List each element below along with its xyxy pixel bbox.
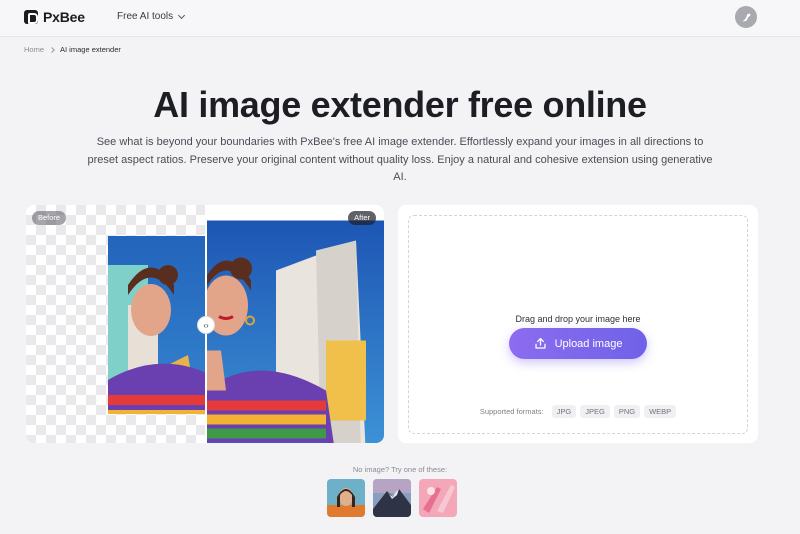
breadcrumb: Home AI image extender	[24, 45, 121, 54]
format-badge-webp: WEBP	[644, 405, 677, 418]
page-title: AI image extender free online	[153, 84, 647, 125]
logo-text: PxBee	[43, 9, 85, 25]
sample-mountain[interactable]	[373, 479, 411, 517]
before-image	[108, 236, 206, 414]
user-avatar-icon	[741, 12, 751, 22]
formats-label: Supported formats:	[479, 407, 544, 416]
before-after-comparison[interactable]: ‹› Before After	[26, 205, 384, 443]
logo[interactable]: PxBee	[24, 9, 85, 25]
format-badge-png: PNG	[613, 405, 641, 418]
drop-zone[interactable]: Drag and drop your image here Upload ima…	[408, 215, 748, 434]
samples-label: No image? Try one of these:	[352, 465, 448, 474]
mountain-thumbnail	[373, 479, 411, 517]
portrait-scene-image	[108, 236, 206, 414]
after-badge: After	[348, 211, 376, 225]
upload-panel: Drag and drop your image here Upload ima…	[398, 205, 758, 443]
drop-instructions: Drag and drop your image here	[515, 314, 641, 324]
page-subtitle: See what is beyond your boundaries with …	[87, 136, 713, 183]
breadcrumb-current: AI image extender	[60, 45, 121, 54]
upload-image-label: Upload image	[554, 337, 623, 350]
sample-woman-portrait[interactable]	[327, 479, 365, 517]
after-image	[206, 205, 384, 443]
format-badge-jpg: JPG	[551, 405, 577, 418]
chevron-right-icon	[49, 46, 55, 53]
sample-pink-cosmetics[interactable]	[419, 479, 457, 517]
woman-portrait-thumbnail	[327, 479, 365, 517]
extended-scene-image	[206, 220, 384, 443]
breadcrumb-home[interactable]: Home	[24, 45, 44, 54]
nav-free-ai-tools[interactable]: Free AI tools	[117, 11, 186, 22]
slider-arrows-icon: ‹›	[203, 320, 209, 330]
logo-icon	[24, 10, 38, 24]
supported-formats: Supported formats: JPG JPEG PNG WEBP	[409, 405, 747, 418]
avatar[interactable]	[735, 6, 757, 28]
top-bar: PxBee Free AI tools	[0, 0, 800, 37]
chevron-down-icon	[178, 11, 186, 19]
upload-icon	[534, 337, 546, 349]
format-badge-jpeg: JPEG	[580, 405, 610, 418]
upload-image-button[interactable]: Upload image	[509, 328, 647, 359]
nav-free-ai-tools-label: Free AI tools	[117, 11, 174, 22]
pink-cosmetics-thumbnail	[419, 479, 457, 517]
before-badge: Before	[32, 211, 67, 225]
comparison-slider-handle[interactable]: ‹›	[197, 316, 215, 334]
sample-images	[327, 479, 457, 517]
